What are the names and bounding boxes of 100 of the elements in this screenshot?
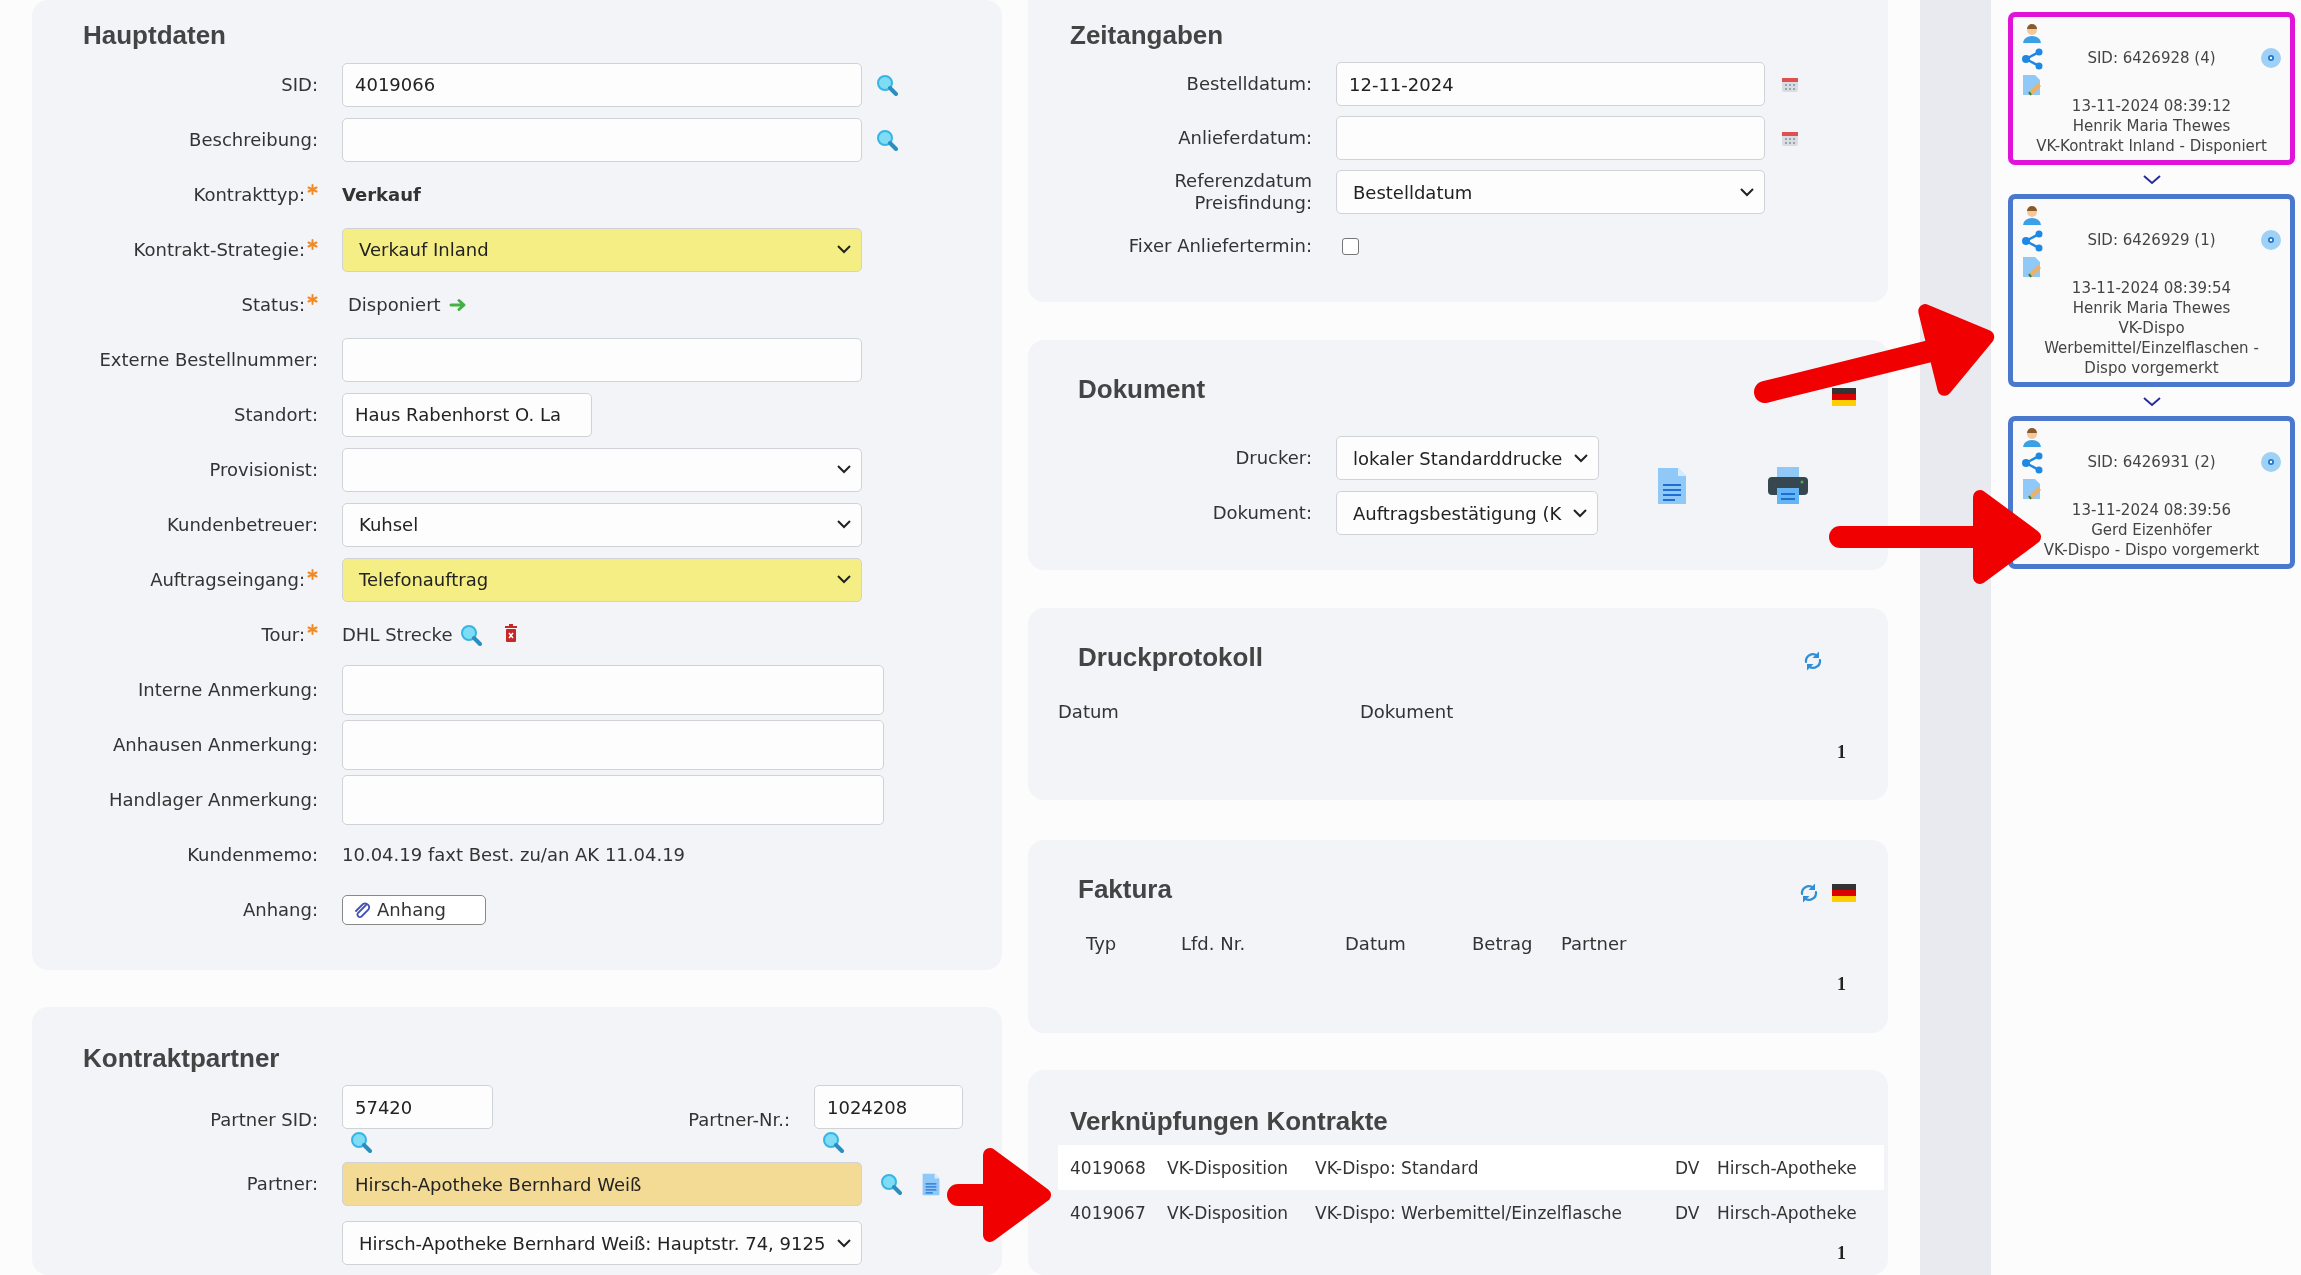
flag-icon[interactable] (1832, 884, 1856, 902)
search-icon[interactable] (350, 1131, 372, 1153)
dropdown[interactable]: Auftragsbestätigung (K (1336, 491, 1599, 535)
person-icon (2021, 204, 2043, 226)
calendar-icon[interactable] (1781, 75, 1799, 93)
text-field[interactable] (1336, 116, 1765, 160)
field-label: Anlieferdatum: (1178, 127, 1312, 149)
sid-label: SID: 6426928 (4) (2087, 49, 2216, 67)
attachment-button[interactable]: Anhang (342, 894, 486, 925)
section-title: Hauptdaten (82, 19, 227, 52)
status-text: VK-Dispo - Dispo vorgemerkt (2042, 540, 2261, 560)
field-label: Dokument: (1212, 502, 1312, 524)
section-title: Zeitangaben (1069, 19, 1225, 52)
chevron-down-icon (837, 575, 851, 584)
share-icon[interactable] (2021, 452, 2043, 474)
column-header: Partner (1561, 933, 1627, 954)
dropdown[interactable]: Kuhsel (342, 502, 862, 547)
table-cell-text: Hirsch-Apotheke (1717, 1202, 1858, 1223)
search-icon[interactable] (876, 128, 898, 151)
field-label: Partner-Nr.: (688, 1109, 790, 1131)
chevron-down-icon (837, 465, 851, 474)
edit-document-icon[interactable] (2021, 478, 2043, 500)
table-cell-text: DV (1675, 1157, 1701, 1178)
table-row[interactable]: 4019067 VK-Disposition VK-Dispo: Werbemittel/Einzelflasche DV Hirsch-Apotheke (1058, 1190, 1884, 1235)
field-label: Handlager Anmerkung: (109, 788, 318, 811)
table-cell-text: DV (1675, 1202, 1701, 1223)
table-row[interactable]: 4019068 VK-Disposition VK-Dispo: Standard DV Hirsch-Apotheke (1058, 1145, 1884, 1190)
history-card[interactable]: SID: 6426929 (1) 13-11-2024 08:39:54 Henrik Maria Thewes VK-Dispo Werbemittel/Einzelflaschen - Dispo vorgemerkt (2008, 194, 2295, 387)
disc-icon[interactable] (2260, 229, 2282, 251)
field-label: Kontrakttyp: (193, 183, 305, 206)
page-number[interactable]: 1 (1837, 1243, 1846, 1264)
field-label: Kundenbetreuer: (167, 513, 318, 536)
status-value: Disponiert (348, 294, 441, 315)
field-label: Standort: (234, 403, 318, 426)
field-label: Kundenmemo: (187, 843, 318, 866)
search-icon[interactable] (822, 1131, 844, 1153)
chevron-down-icon (837, 1238, 852, 1248)
dropdown[interactable]: Hirsch-Apotheke Bernhard Weiß: Hauptstr. 74, 9125 (342, 1221, 863, 1265)
edit-document-icon[interactable] (2021, 74, 2043, 96)
share-icon[interactable] (2021, 230, 2043, 252)
field-label: Fixer Anliefertermin: (1128, 235, 1312, 257)
history-card[interactable]: SID: 6426931 (2) 13-11-2024 08:39:56 Gerd Eizenhöfer VK-Dispo - Dispo vorgemerkt (2008, 416, 2295, 569)
dropdown[interactable]: Verkauf Inland (342, 227, 862, 272)
sid-label: SID: 6426929 (1) (2087, 231, 2216, 249)
page-number[interactable]: 1 (1837, 742, 1846, 763)
column-header: Datum (1345, 933, 1406, 954)
chevron-down-icon (1573, 508, 1588, 518)
field-label: Drucker: (1235, 447, 1312, 469)
flag-icon[interactable] (1832, 388, 1856, 406)
dropdown[interactable]: lokaler Standarddrucke (1336, 436, 1600, 480)
column-header: Datum (1058, 701, 1119, 722)
field-label: Kontrakt-Strategie: (133, 238, 305, 261)
text-field[interactable]: Hirsch-Apotheke Bernhard Weiß (342, 1162, 862, 1206)
search-icon[interactable] (460, 623, 483, 646)
edit-document-icon[interactable] (2021, 256, 2043, 278)
checkbox[interactable] (1342, 237, 1359, 255)
field-label: Externe Bestellnummer: (99, 348, 318, 371)
table-cell-text: VK-Disposition (1167, 1202, 1290, 1223)
column-header: Typ (1086, 933, 1117, 954)
text-field[interactable]: 57420 (342, 1085, 493, 1129)
column-header: Lfd. Nr. (1181, 933, 1246, 954)
field-value: Verkauf (342, 184, 421, 205)
text-field[interactable]: 12-11-2024 (1336, 62, 1765, 106)
paperclip-icon (353, 900, 371, 919)
disc-icon[interactable] (2260, 451, 2282, 473)
text-field[interactable]: Haus Rabenhorst O. La (342, 392, 592, 437)
page-number[interactable]: 1 (1837, 974, 1846, 995)
disc-icon[interactable] (2260, 47, 2282, 69)
calendar-icon[interactable] (1781, 129, 1799, 147)
field-label: Bestelldatum: (1186, 73, 1312, 95)
dropdown[interactable]: Telefonauftrag (342, 557, 862, 602)
field-value: 10.04.19 faxt Best. zu/an AK 11.04.19 (342, 844, 686, 865)
chevron-down-icon (2141, 396, 2162, 408)
text-field[interactable] (342, 337, 862, 382)
field-label: Auftragseingang: (150, 568, 305, 591)
text-field[interactable]: 4019066 (342, 62, 862, 107)
document-icon[interactable] (922, 1172, 940, 1196)
field-label: Beschreibung: (189, 128, 318, 151)
text-field[interactable]: 1024208 (814, 1085, 963, 1129)
timestamp: 13-11-2024 08:39:12 (2070, 96, 2233, 116)
field-label: Partner: (246, 1173, 318, 1195)
history-card[interactable]: SID: 6426928 (4) 13-11-2024 08:39:12 Henrik Maria Thewes VK-Kontrakt Inland - Disponiert (2008, 12, 2295, 165)
person-icon (2021, 22, 2043, 44)
dropdown[interactable]: Bestelldatum (1336, 170, 1765, 214)
timestamp: 13-11-2024 08:39:56 (2070, 500, 2233, 520)
trash-icon[interactable] (504, 623, 519, 642)
field-label: Provisionist: (209, 458, 318, 481)
field-label: Tour: (261, 623, 305, 646)
field-label: Partner SID: (210, 1109, 318, 1131)
search-icon[interactable] (880, 1172, 902, 1195)
printer-icon[interactable] (1767, 465, 1810, 506)
section-title: Dokument (1078, 373, 1206, 406)
search-icon[interactable] (876, 73, 898, 96)
text-field[interactable] (342, 117, 862, 162)
refresh-icon[interactable] (1802, 650, 1824, 672)
share-icon[interactable] (2021, 48, 2043, 70)
chevron-down-icon (2141, 174, 2162, 186)
refresh-icon[interactable] (1798, 882, 1820, 904)
document-icon[interactable] (1657, 466, 1688, 505)
table-cell-text: VK-Dispo: Standard (1315, 1157, 1480, 1178)
